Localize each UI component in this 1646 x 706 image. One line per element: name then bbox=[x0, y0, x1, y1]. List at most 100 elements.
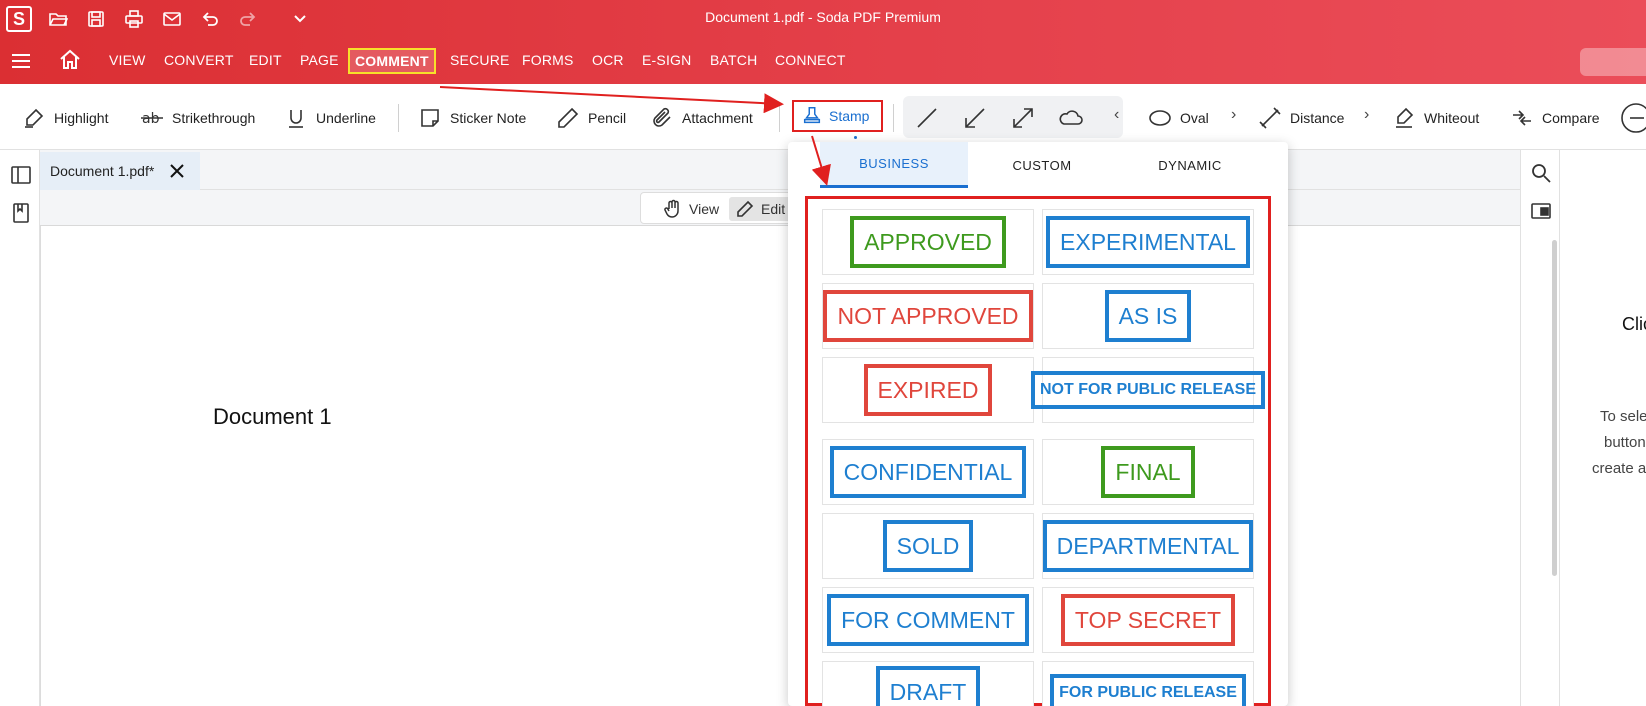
line-icon[interactable] bbox=[915, 106, 939, 130]
menu-connect[interactable]: CONNECT bbox=[775, 52, 846, 68]
vertical-scrollbar[interactable] bbox=[1552, 240, 1557, 576]
oval-next-icon[interactable]: › bbox=[1231, 106, 1236, 124]
sticker-note-button[interactable]: Sticker Note bbox=[418, 102, 526, 134]
bookmark-icon[interactable] bbox=[10, 202, 32, 224]
pencil-icon bbox=[558, 107, 579, 128]
menu-ocr[interactable]: OCR bbox=[592, 52, 624, 68]
more-icon[interactable] bbox=[1620, 102, 1646, 134]
strikethrough-icon: ab bbox=[141, 111, 163, 127]
menu-esign[interactable]: E-SIGN bbox=[642, 52, 691, 68]
stamp-approved[interactable]: APPROVED bbox=[822, 209, 1034, 275]
menu-batch[interactable]: BATCH bbox=[710, 52, 757, 68]
stamp-expired[interactable]: EXPIRED bbox=[822, 357, 1034, 423]
distance-button[interactable]: Distance bbox=[1258, 102, 1344, 134]
cloud-icon[interactable] bbox=[1058, 106, 1084, 130]
menu-page[interactable]: PAGE bbox=[300, 52, 339, 68]
compare-label: Compare bbox=[1542, 110, 1600, 126]
whiteout-icon bbox=[1396, 107, 1414, 128]
stamp-label: EXPERIMENTAL bbox=[1046, 216, 1250, 268]
stamp-draft[interactable]: DRAFT bbox=[822, 661, 1034, 706]
distance-label: Distance bbox=[1290, 110, 1345, 126]
stamp-label: Stamp bbox=[829, 108, 870, 124]
search-icon[interactable] bbox=[1530, 162, 1552, 184]
stamp-label: APPROVED bbox=[850, 216, 1006, 268]
stamp-as-is[interactable]: AS IS bbox=[1042, 283, 1254, 349]
edit-mode-button[interactable]: Edit bbox=[729, 197, 792, 221]
stamp-departmental[interactable]: DEPARTMENTAL bbox=[1042, 513, 1254, 579]
sticker-note-label: Sticker Note bbox=[450, 110, 527, 126]
menu-view[interactable]: VIEW bbox=[109, 52, 146, 68]
stamp-confidential[interactable]: CONFIDENTIAL bbox=[822, 439, 1034, 505]
arrow-icon[interactable] bbox=[963, 106, 987, 130]
right-panel-line: button bbox=[1604, 434, 1646, 451]
attachment-icon bbox=[653, 107, 671, 127]
oval-button[interactable]: Oval bbox=[1148, 102, 1209, 134]
attachment-button[interactable]: Attachment bbox=[650, 102, 753, 134]
hamburger-menu-icon[interactable] bbox=[10, 50, 32, 72]
edit-pencil-icon bbox=[737, 200, 754, 217]
panel-icon[interactable] bbox=[1530, 200, 1552, 222]
close-icon[interactable] bbox=[168, 162, 186, 180]
highlight-icon bbox=[25, 108, 44, 128]
view-mode-label: View bbox=[689, 201, 720, 217]
menu-convert[interactable]: CONVERT bbox=[164, 52, 234, 68]
stamp-label: FINAL bbox=[1101, 446, 1195, 498]
stamp-not-for-public-release[interactable]: NOT FOR PUBLIC RELEASE bbox=[1031, 357, 1266, 423]
title-bar: S Document 1.pdf - Soda PDF Premium bbox=[0, 0, 1646, 38]
oval-icon bbox=[1149, 110, 1171, 126]
menu-forms[interactable]: FORMS bbox=[522, 52, 574, 68]
panel-toggle-icon[interactable] bbox=[10, 164, 32, 186]
ribbon-divider bbox=[779, 104, 780, 132]
pdf-page[interactable]: Document 1 bbox=[40, 226, 1520, 706]
svg-text:ab: ab bbox=[142, 111, 160, 127]
stamp-final[interactable]: FINAL bbox=[1042, 439, 1254, 505]
shapes-prev-icon[interactable]: ‹ bbox=[1114, 106, 1119, 124]
highlight-button[interactable]: Highlight bbox=[22, 102, 108, 134]
compare-icon bbox=[1513, 110, 1531, 126]
stamp-for-public-release[interactable]: FOR PUBLIC RELEASE bbox=[1042, 661, 1254, 706]
menu-secure[interactable]: SECURE bbox=[450, 52, 510, 68]
right-panel-line: To sele bbox=[1600, 408, 1646, 425]
home-icon[interactable] bbox=[58, 48, 82, 72]
sticker-note-icon bbox=[421, 109, 439, 127]
comment-ribbon: Highlight ab Strikethrough Underline Sti… bbox=[0, 84, 1646, 150]
distance-next-icon[interactable]: › bbox=[1364, 106, 1369, 124]
view-mode-button[interactable]: View bbox=[663, 198, 719, 220]
stamp-experimental[interactable]: EXPERIMENTAL bbox=[1042, 209, 1254, 275]
tab-document-1[interactable]: Document 1.pdf* bbox=[40, 152, 200, 190]
tab-business[interactable]: BUSINESS bbox=[820, 142, 968, 188]
whiteout-button[interactable]: Whiteout bbox=[1392, 102, 1479, 134]
stamp-for-comment[interactable]: FOR COMMENT bbox=[822, 587, 1034, 653]
stamp-sold[interactable]: SOLD bbox=[822, 513, 1034, 579]
stamp-top-secret[interactable]: TOP SECRET bbox=[1042, 587, 1254, 653]
strikethrough-button[interactable]: ab Strikethrough bbox=[140, 102, 255, 134]
double-arrow-icon[interactable] bbox=[1011, 106, 1035, 130]
ribbon-divider bbox=[893, 104, 894, 132]
underline-button[interactable]: Underline bbox=[284, 102, 376, 134]
stamp-button[interactable]: Stamp bbox=[792, 100, 883, 132]
stamp-label: NOT FOR PUBLIC RELEASE bbox=[1031, 371, 1266, 409]
menu-edit[interactable]: EDIT bbox=[249, 52, 282, 68]
document-canvas: Document 1 bbox=[40, 226, 1520, 706]
search-box[interactable] bbox=[1580, 48, 1646, 76]
tab-custom[interactable]: CUSTOM bbox=[968, 142, 1116, 188]
menu-bar: VIEW CONVERT EDIT PAGE COMMENT SECURE FO… bbox=[0, 38, 1646, 84]
right-panel-line: create a bbox=[1592, 460, 1646, 477]
stamp-label: SOLD bbox=[882, 520, 974, 572]
compare-button[interactable]: Compare bbox=[1510, 102, 1600, 134]
tab-dynamic[interactable]: DYNAMIC bbox=[1116, 142, 1264, 188]
tab-label: Document 1.pdf* bbox=[50, 163, 155, 179]
stamp-not-approved[interactable]: NOT APPROVED bbox=[822, 283, 1034, 349]
left-sidebar bbox=[0, 150, 40, 706]
stamp-indicator bbox=[854, 136, 857, 139]
stamp-label: DEPARTMENTAL bbox=[1042, 520, 1254, 572]
oval-label: Oval bbox=[1180, 110, 1209, 126]
pencil-button[interactable]: Pencil bbox=[556, 102, 626, 134]
whiteout-label: Whiteout bbox=[1424, 110, 1480, 126]
strikethrough-label: Strikethrough bbox=[172, 110, 256, 126]
document-tabs: Document 1.pdf* bbox=[40, 150, 1520, 190]
ribbon-divider bbox=[398, 104, 399, 132]
right-panel: Clic To sele button create a bbox=[1560, 150, 1646, 706]
menu-comment[interactable]: COMMENT bbox=[348, 48, 436, 74]
attachment-label: Attachment bbox=[682, 110, 753, 126]
